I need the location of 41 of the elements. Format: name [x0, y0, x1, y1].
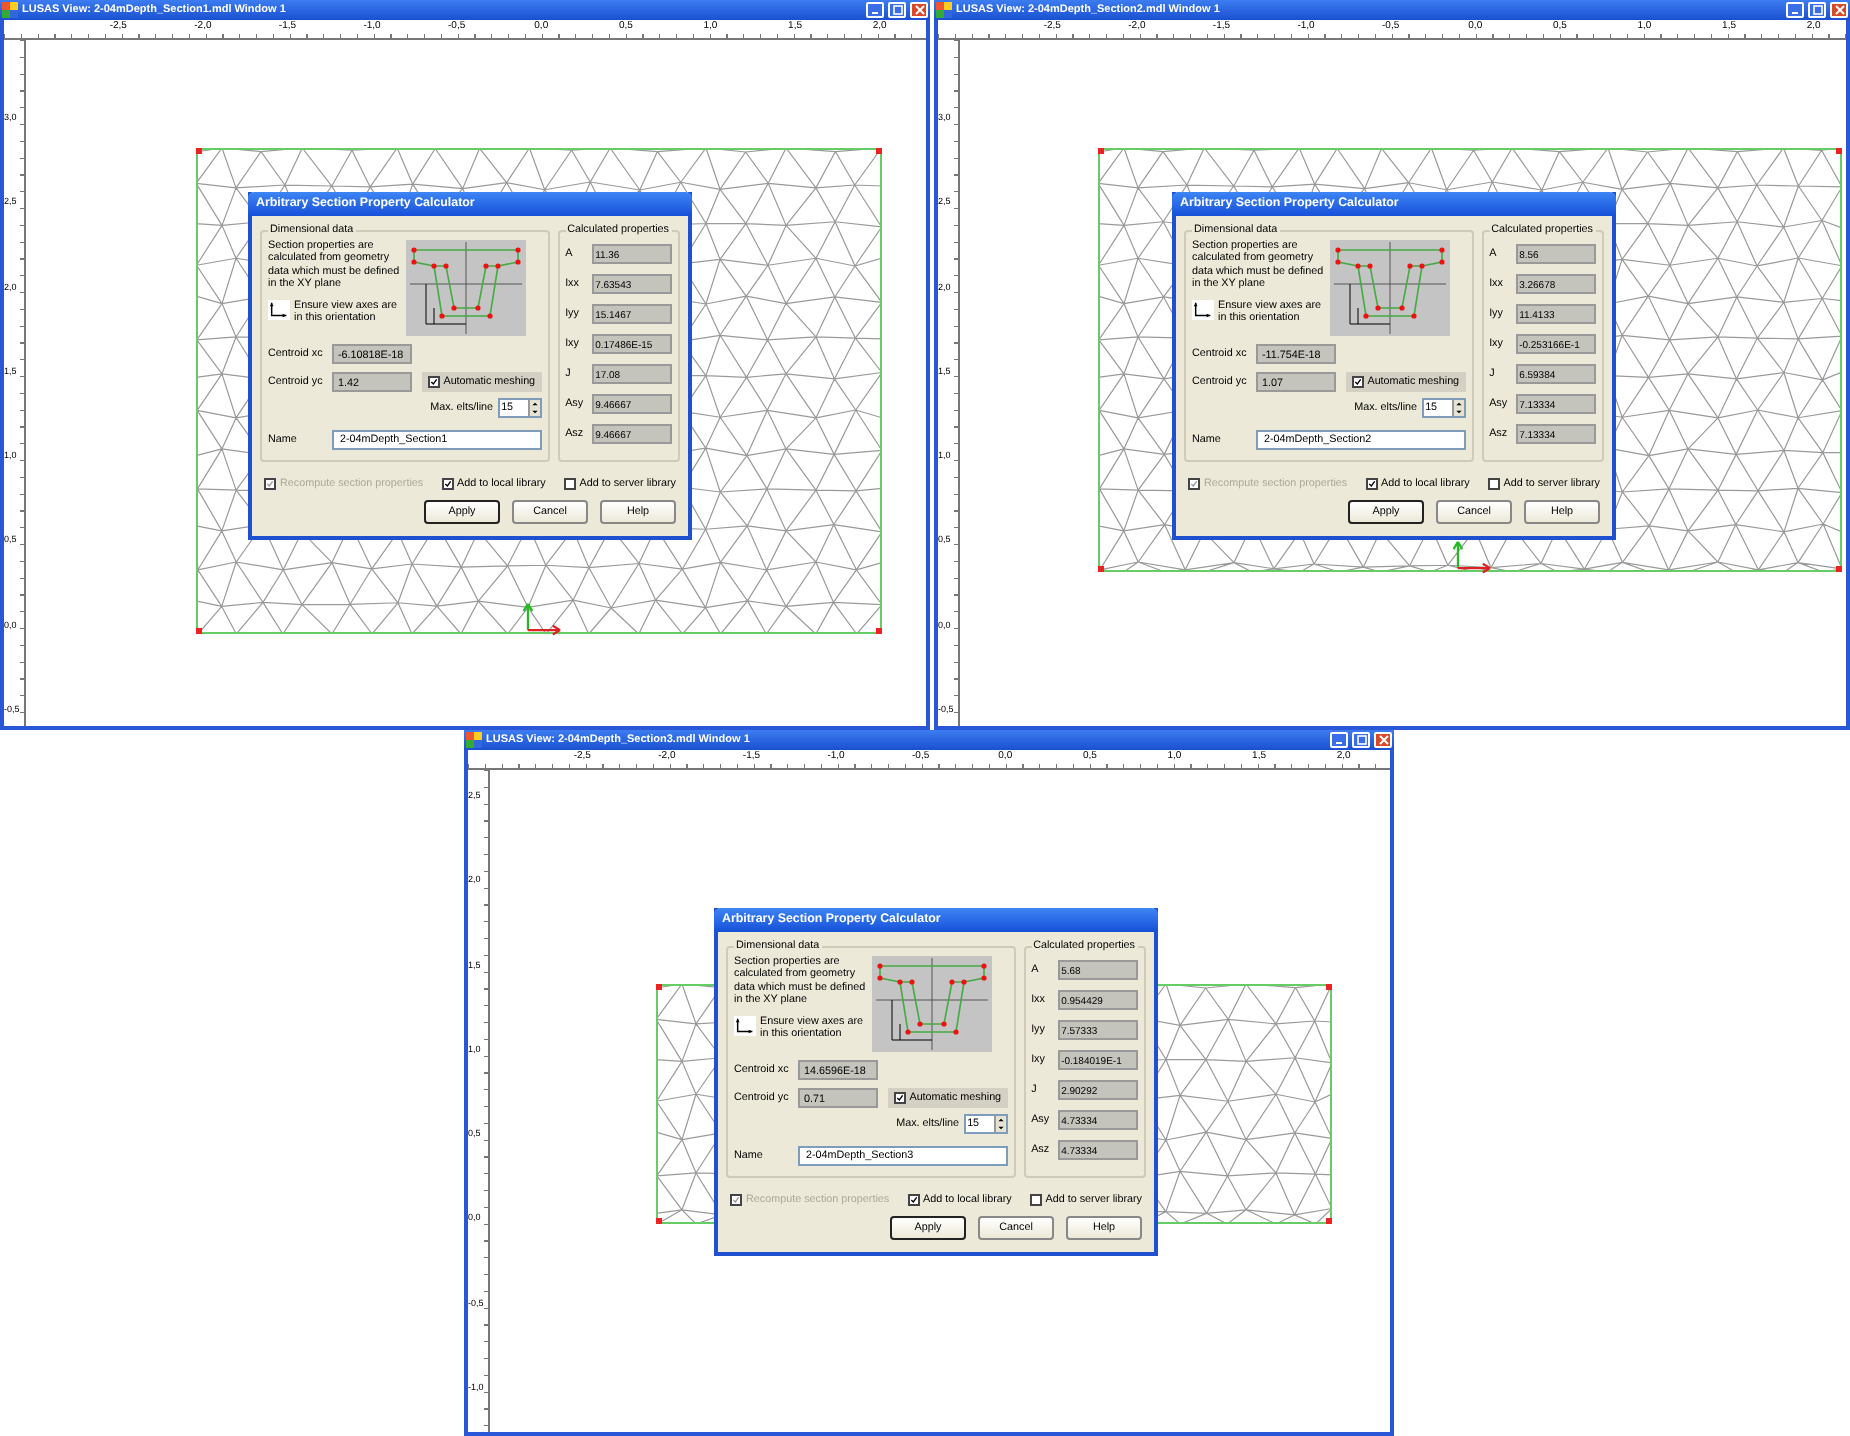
close-icon	[913, 4, 925, 16]
close-icon	[1377, 734, 1389, 746]
down-arrow-icon	[995, 1124, 1006, 1132]
close-icon	[1833, 4, 1845, 16]
maximize-button[interactable]	[888, 2, 906, 18]
down-arrow-icon	[529, 408, 540, 416]
app-icon	[936, 2, 952, 18]
checkmark-icon	[443, 480, 452, 488]
axes-orientation-icon	[268, 299, 290, 320]
section-diagram-drawing	[406, 240, 526, 336]
minimize-button[interactable]	[1786, 2, 1804, 18]
checkmark-icon	[732, 1196, 740, 1204]
app-icon	[2, 2, 18, 18]
maximize-icon	[1811, 4, 1823, 16]
down-arrow-icon	[1453, 408, 1464, 416]
close-button[interactable]	[910, 2, 928, 18]
up-arrow-icon	[995, 1116, 1006, 1124]
section-diagram-drawing	[872, 956, 992, 1052]
minimize-button[interactable]	[1330, 732, 1348, 748]
checkmark-icon	[266, 480, 274, 488]
checkmark-icon	[909, 1196, 918, 1204]
axes-orientation-icon	[1192, 299, 1214, 320]
maximize-button[interactable]	[1352, 732, 1370, 748]
axes-icon	[1452, 536, 1496, 574]
axes-orientation-icon	[734, 1015, 756, 1036]
checkmark-icon	[895, 1094, 904, 1102]
close-button[interactable]	[1830, 2, 1848, 18]
minimize-button[interactable]	[866, 2, 884, 18]
maximize-button[interactable]	[1808, 2, 1826, 18]
checkmark-icon	[429, 378, 438, 386]
checkmark-icon	[1353, 378, 1362, 386]
up-arrow-icon	[1453, 400, 1464, 408]
up-arrow-icon	[529, 400, 540, 408]
app-icon	[466, 732, 482, 748]
axes-icon	[521, 598, 565, 636]
close-button[interactable]	[1374, 732, 1392, 748]
checkmark-icon	[1367, 480, 1376, 488]
maximize-icon	[891, 4, 903, 16]
section-diagram-drawing	[1330, 240, 1450, 336]
maximize-icon	[1355, 734, 1367, 746]
checkmark-icon	[1190, 480, 1198, 488]
